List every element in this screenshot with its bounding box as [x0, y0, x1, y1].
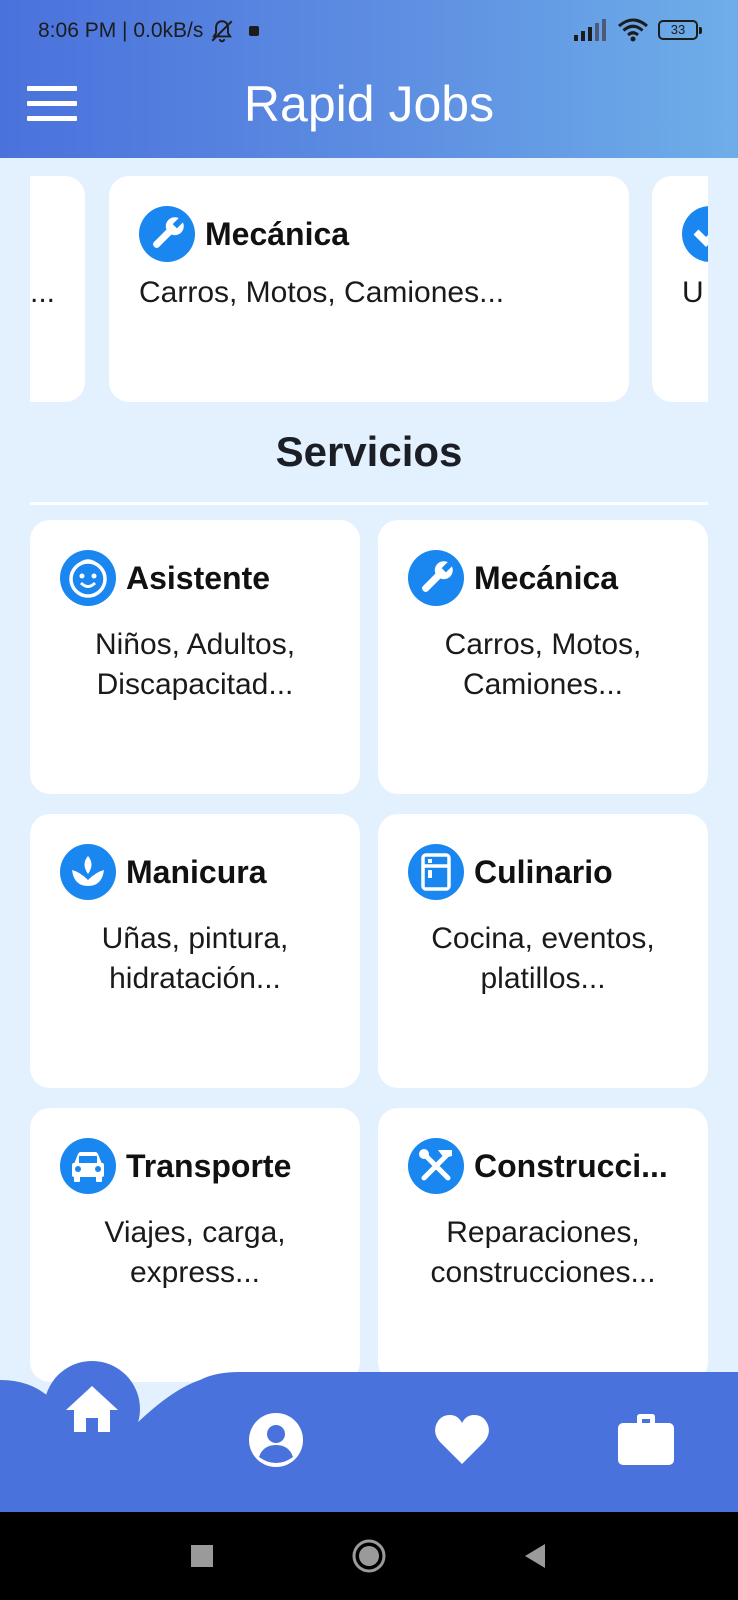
battery-icon: 33 [658, 20, 702, 40]
carousel-card-desc: ... [30, 276, 56, 309]
service-card-desc: Cocina, eventos, platillos... [431, 922, 655, 995]
car-icon [60, 1138, 116, 1194]
carousel-card-title: Mecánica [205, 215, 350, 252]
service-card-header: Transporte [60, 1138, 291, 1194]
service-card-title: Construcci... [474, 1147, 668, 1184]
service-card-desc: Carros, Motos, Camiones... [444, 628, 642, 701]
featured-carousel[interactable]: ... Mecánica Carros, Motos, Camiones... [30, 176, 708, 402]
section-title: Servicios [275, 428, 463, 475]
nav-profile-button[interactable] [244, 1408, 308, 1472]
heart-icon [435, 1415, 489, 1464]
smiley-icon [60, 550, 116, 606]
service-card-mecanica[interactable]: Mecánica Carros, Motos, Camiones... [378, 520, 708, 794]
nav-favorites-button[interactable] [430, 1408, 494, 1472]
service-card-header: Manicura [60, 844, 266, 900]
service-card-desc: Uñas, pintura, hidratación... [101, 922, 289, 995]
section-divider [30, 502, 708, 505]
spa-icon [60, 844, 116, 900]
app-title: Rapid Jobs [243, 76, 495, 132]
carousel-card-desc: Carros, Motos, Camiones... [139, 276, 505, 309]
partial-icon [682, 206, 708, 262]
service-card-title: Culinario [474, 853, 613, 890]
carousel-card-desc: U [682, 276, 704, 309]
service-card-header: Asistente [60, 550, 270, 606]
nav-jobs-button[interactable] [614, 1408, 678, 1472]
kitchen-icon [408, 844, 464, 900]
signal-icon [574, 19, 606, 41]
status-bar-right: 33 [574, 18, 702, 42]
wrench-icon [408, 550, 464, 606]
service-card-title: Transporte [126, 1147, 292, 1184]
service-card-header: Culinario [408, 844, 613, 900]
service-card-title: Manicura [126, 853, 267, 890]
wrench-icon [139, 206, 195, 262]
service-card-culinario[interactable]: Culinario Cocina, eventos, platillos... [378, 814, 708, 1088]
battery-level: 33 [670, 22, 686, 37]
circle-icon [352, 1539, 386, 1573]
notification-dot-icon [249, 26, 260, 36]
carousel-card-header: Mecánica [139, 206, 349, 262]
carousel-card-header [682, 206, 708, 262]
briefcase-icon [618, 1414, 674, 1465]
status-bar-left: 8:06 PM | 0.0kB/s [38, 18, 260, 44]
app-header: 8:06 PM | 0.0kB/s 33 Rapid Jobs [0, 0, 738, 158]
service-card-desc: Reparaciones, construcciones... [430, 1216, 656, 1289]
square-icon [191, 1545, 213, 1567]
back-triangle-icon [525, 1544, 545, 1568]
system-back-button[interactable] [515, 1536, 555, 1576]
service-card-title: Mecánica [474, 559, 619, 596]
app-screen: 8:06 PM | 0.0kB/s 33 Rapid Jobs ... Mecá… [0, 0, 738, 1600]
status-time-text: 8:06 PM | 0.0kB/s [38, 19, 204, 42]
service-card-desc: Viajes, carga, express... [104, 1216, 286, 1289]
wifi-icon [618, 18, 648, 42]
bell-off-icon [211, 20, 233, 43]
tools-icon [408, 1138, 464, 1194]
home-icon [66, 1386, 118, 1432]
profile-icon [249, 1413, 303, 1467]
system-home-button[interactable] [349, 1536, 389, 1576]
service-card-title: Asistente [126, 559, 271, 596]
service-card-asistente[interactable]: Asistente Niños, Adultos, Discapacitad..… [30, 520, 360, 794]
carousel-card-prev[interactable]: ... [30, 176, 85, 402]
carousel-card-mecanica[interactable]: Mecánica Carros, Motos, Camiones... [109, 176, 629, 402]
system-recents-button[interactable] [182, 1536, 222, 1576]
service-card-header: Construcci... [408, 1138, 668, 1194]
service-card-manicura[interactable]: Manicura Uñas, pintura, hidratación... [30, 814, 360, 1088]
nav-home-button[interactable] [44, 1361, 140, 1457]
service-card-desc: Niños, Adultos, Discapacitad... [94, 628, 296, 701]
carousel-card-next[interactable]: U [652, 176, 708, 402]
service-card-header: Mecánica [408, 550, 618, 606]
